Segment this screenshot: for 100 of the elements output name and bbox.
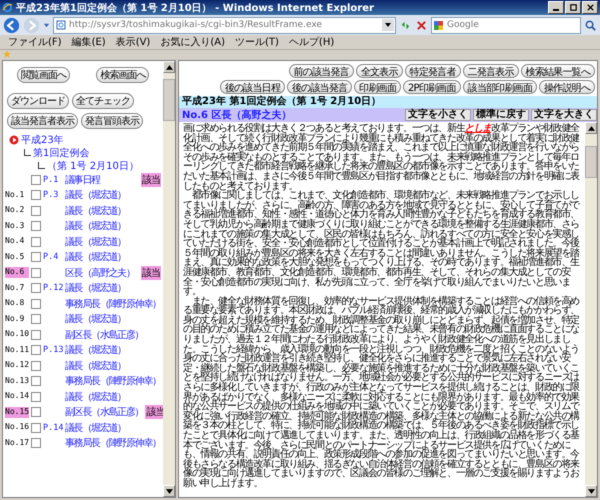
speaker-link[interactable]: 副区長（水島正彦） xyxy=(65,328,144,342)
page-number: P.4 xyxy=(43,252,60,262)
match-tag: 該当 xyxy=(141,172,161,187)
font-size-button[interactable]: 文字を小さく xyxy=(405,109,471,121)
checkbox[interactable] xyxy=(31,298,41,309)
menu-item[interactable]: ファイル(F) xyxy=(8,35,62,49)
scrollbar-thumb[interactable] xyxy=(163,79,175,121)
speech-number: No.3 xyxy=(5,220,26,232)
nav-button[interactable]: 検索結果一覧へ xyxy=(520,64,595,78)
sidebar-button[interactable]: ダウンロード xyxy=(7,93,69,109)
speech-number: No.2 xyxy=(5,205,26,216)
nav-button[interactable]: 該当部印刷画面 xyxy=(462,80,537,94)
page-number: P.14 xyxy=(43,422,63,433)
speaker-link[interactable]: 議長（堀宏道） xyxy=(65,219,126,234)
nav-button[interactable]: 特定発言者 xyxy=(404,64,461,78)
up-arrow-icon xyxy=(166,64,172,70)
speech-number: No.6 xyxy=(5,267,29,278)
search-icon[interactable] xyxy=(584,18,597,32)
checkbox[interactable] xyxy=(31,407,41,418)
address-dropdown-icon[interactable] xyxy=(382,19,394,31)
menu-item[interactable]: 編集(E) xyxy=(72,35,106,49)
checkbox[interactable] xyxy=(31,268,41,278)
sidebar-button[interactable]: 閲覧画面へ xyxy=(16,67,70,83)
sidebar-button[interactable]: 検索画面へ xyxy=(96,67,150,83)
speech-number: No.16 xyxy=(5,422,29,434)
nav-button[interactable]: 前の該当発言 xyxy=(288,64,354,78)
checkbox[interactable] xyxy=(31,345,41,356)
maximize-button[interactable] xyxy=(565,1,581,14)
tree-item[interactable]: 平成23年 xyxy=(21,132,64,146)
scroll-down-button[interactable] xyxy=(585,485,597,497)
speech-number: No.4 xyxy=(5,236,26,248)
menu-item[interactable]: 表示(V) xyxy=(116,35,150,49)
speaker-link[interactable]: 議長（堀宏道） xyxy=(65,234,126,249)
nav-button[interactable]: 後の該当日程 xyxy=(220,80,285,94)
speech-number: No.12 xyxy=(5,360,29,372)
match-tag: 該当 xyxy=(141,266,161,280)
speaker-link[interactable]: 議長（堀宏道） xyxy=(65,358,126,373)
minimize-icon xyxy=(553,9,559,11)
font-size-button[interactable]: 文字を大きく xyxy=(531,109,597,121)
speaker-link[interactable]: 事務局長（陣野原伸幸） xyxy=(65,374,161,388)
stop-icon[interactable] xyxy=(415,18,428,32)
speaker-link[interactable]: 議長（堀宏道） xyxy=(65,312,126,326)
sidebar-button[interactable]: 全てチェック xyxy=(72,93,134,109)
match-tag: 該当 xyxy=(145,405,163,420)
tree-item[interactable]: （第 1号 2月10日） xyxy=(47,158,139,172)
checkbox[interactable] xyxy=(31,330,41,340)
scroll-up-button[interactable] xyxy=(585,122,597,134)
font-size-button[interactable]: 標準に戻す xyxy=(473,109,529,121)
checkbox[interactable] xyxy=(31,392,41,402)
close-button[interactable] xyxy=(582,1,598,14)
search-field[interactable]: Google xyxy=(431,16,581,34)
checkbox[interactable] xyxy=(31,314,41,324)
sidebar-button[interactable]: 発言冒頭表示 xyxy=(81,113,143,129)
checkbox[interactable] xyxy=(31,422,41,433)
speaker-link[interactable]: 議長（堀宏道） xyxy=(65,188,126,202)
scrollbar-thumb[interactable] xyxy=(585,146,597,178)
checkbox[interactable] xyxy=(31,360,41,371)
speaker-link[interactable]: 議長（堀宏道） xyxy=(65,250,126,264)
nav-button[interactable]: 二発言表示 xyxy=(462,64,519,78)
speaker-link[interactable]: 事務局長（陣野原伸幸） xyxy=(65,436,161,450)
checkbox[interactable] xyxy=(31,438,41,448)
sidebar-button[interactable]: 該当発言者表示 xyxy=(7,113,78,129)
speech-number: No.14 xyxy=(5,391,29,402)
speech-number: No.17 xyxy=(5,438,29,449)
nav-button[interactable]: 2P印刷画面 xyxy=(402,80,461,94)
speech-paragraph: 都市像に関しましては、これまで、文化創造都市、環境都市など、未来戦略推進プランでお示ししてまいりましたが、さらに、高齢の方、障害のある方を地域で見守るとともに、安心して子育てができる福祉増進都市、知性・感性・道徳心と体力を育み人間性豊かな子どもたちを育成する教育都市、そして乳幼児から高齢期まで健康づくりに取り組むことができる環境を整備する生涯健康都市、さらにこれまでの施策の集大成として、区民の皆様はもちろん、訪れるすべての方に安全と安心を実感していただける街を、安全・安心創造都市として位置付けることが基本計画上で明記されました。今後５年間の取り組みが豊島区の将来を大きく左右することは間違いありません。こうした将来展望を踏まえ、真に効果的な政策を大胆な発想をもってつくり上げる、その時であります。福祉増進都市、生涯健康都市、教育都市、文化創造都市、環境都市、都市再生、そして、それらの集大成としての安全・安心創造都市の実現に向け、私が先頭に立って、全庁を挙げて取り組んでまいりたいと思います。 xyxy=(183,191,581,297)
checkbox[interactable] xyxy=(31,252,41,262)
nav-button[interactable]: 後の該当発言 xyxy=(286,80,352,94)
checkbox[interactable] xyxy=(31,190,41,200)
tree-item[interactable]: 第1回定例会 xyxy=(33,146,90,160)
menu-item[interactable]: ヘルプ(H) xyxy=(288,35,334,49)
checkbox[interactable] xyxy=(31,283,41,294)
minimize-button[interactable] xyxy=(548,1,564,14)
checkbox[interactable] xyxy=(31,236,41,247)
checkbox[interactable] xyxy=(31,221,41,232)
back-icon[interactable] xyxy=(3,16,20,34)
speaker-link[interactable]: 副区長（水島正彦） xyxy=(65,405,144,420)
speaker-link[interactable]: 議長（堀宏道） xyxy=(65,204,126,218)
history-caret-icon[interactable] xyxy=(43,22,50,28)
speaker-link[interactable]: 議長（堀宏道） xyxy=(65,420,126,435)
nav-button[interactable]: 操作説明へ xyxy=(538,80,595,94)
speaker-link[interactable]: 区長（高野之夫） xyxy=(65,266,135,280)
speaker-name: No.6 区長（高野之夫） xyxy=(181,108,292,122)
checkbox[interactable] xyxy=(31,376,41,386)
speaker-link[interactable]: 議事日程 xyxy=(65,172,100,187)
address-field[interactable]: http://sysvr3/toshimakugikai-s/cgi-bin3/ResultFrame.exe xyxy=(53,16,396,34)
speech-number: No.1 xyxy=(5,190,26,201)
checkbox[interactable] xyxy=(31,174,41,185)
nav-button[interactable]: 印刷画面 xyxy=(354,80,401,94)
speaker-link[interactable]: 議長（堀宏道） xyxy=(65,343,126,358)
checkbox[interactable] xyxy=(31,206,41,216)
favorites-star-icon[interactable] xyxy=(3,50,11,58)
speaker-link[interactable]: 議長（堀宏道） xyxy=(65,390,126,404)
speaker-link[interactable]: 事務局長（陣野原伸幸） xyxy=(65,296,161,311)
menu-item[interactable]: ツール(T) xyxy=(235,35,279,49)
speaker-link[interactable]: 議長（堀宏道） xyxy=(65,281,126,296)
scroll-down-button[interactable] xyxy=(163,485,175,497)
scroll-up-button[interactable] xyxy=(163,61,175,73)
nav-button[interactable]: 全文表示 xyxy=(356,64,403,78)
menu-item[interactable]: お気に入り(A) xyxy=(160,35,225,49)
